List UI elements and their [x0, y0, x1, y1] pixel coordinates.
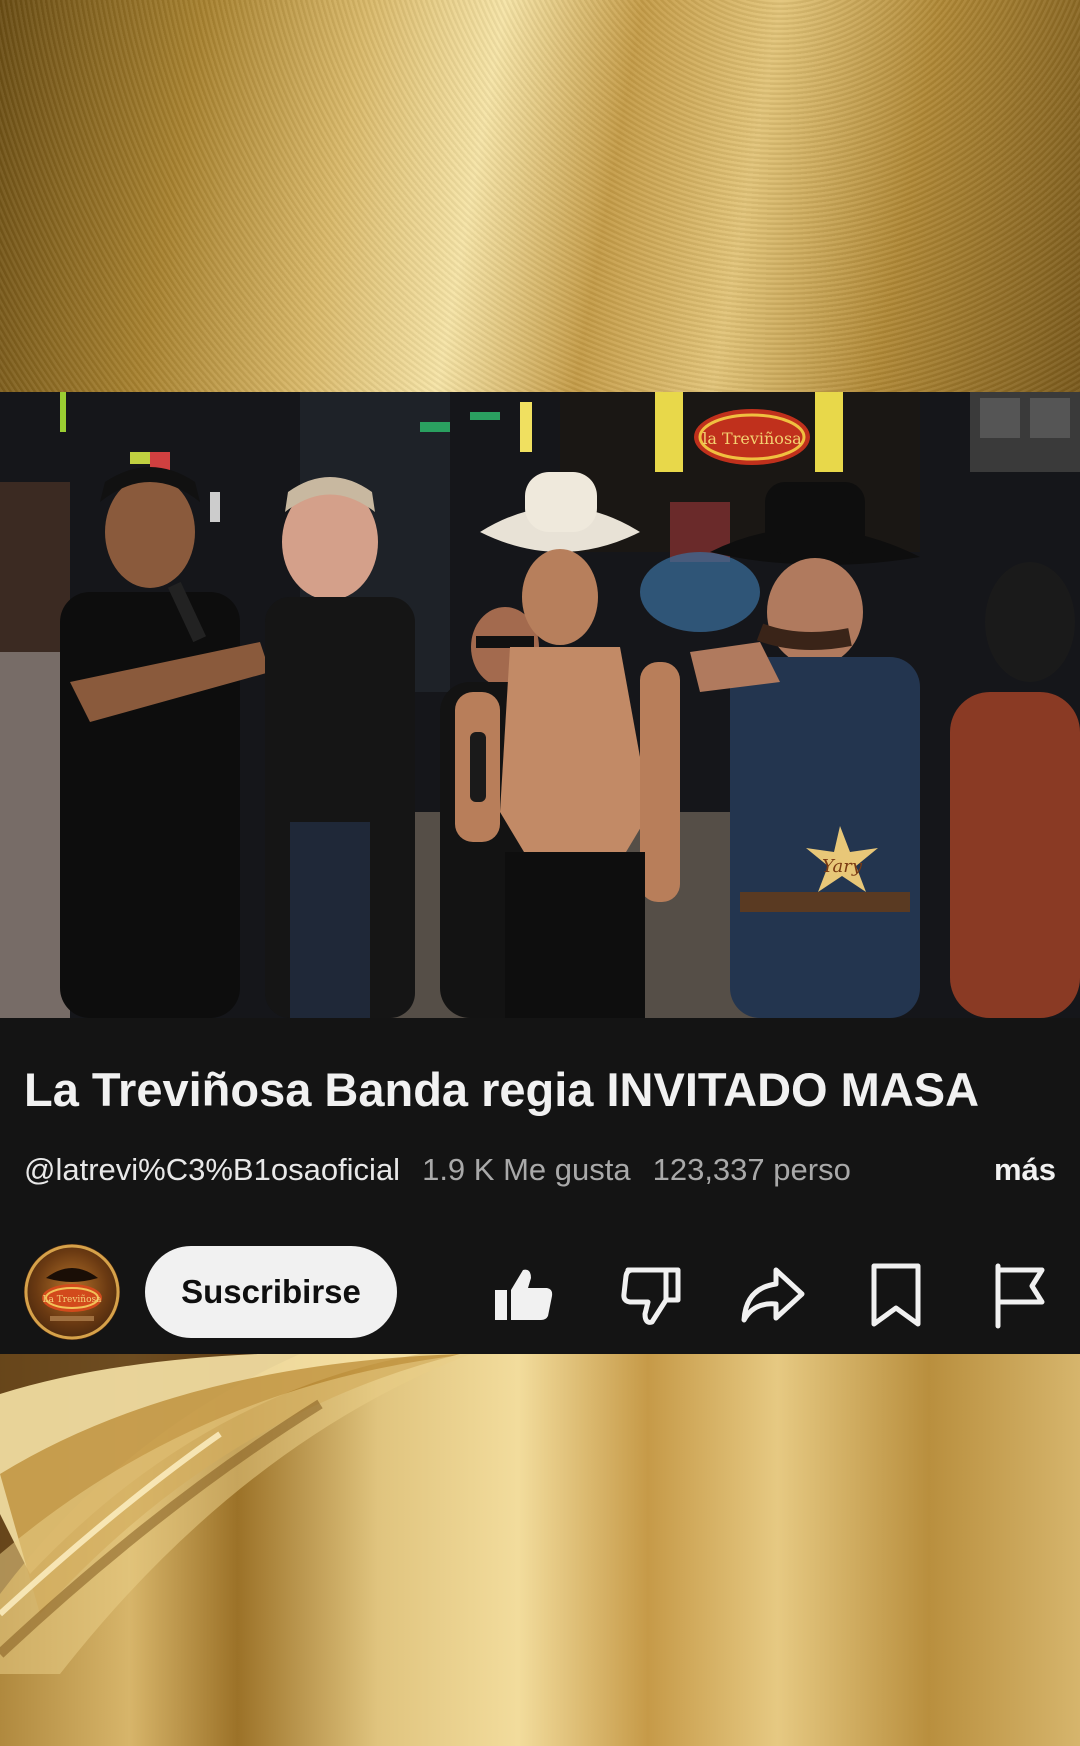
video-meta-row[interactable]: @latrevi%C3%B1osaoficial 1.9 K Me gusta 12…	[24, 1150, 1056, 1190]
bar-sign: la Treviñosa	[702, 429, 802, 448]
video-player[interactable]: la Treviñosa Yary	[0, 392, 1080, 1018]
action-bar: La Treviñosa Suscribirse	[0, 1244, 1080, 1340]
channel-handle[interactable]: @latrevi%C3%B1osaoficial	[24, 1152, 400, 1187]
save-button[interactable]	[860, 1258, 932, 1330]
save-icon	[871, 1263, 921, 1327]
share-button[interactable]	[736, 1258, 808, 1330]
video-frame-scene: la Treviñosa Yary	[0, 392, 1080, 1018]
channel-avatar[interactable]: La Treviñosa	[24, 1244, 120, 1340]
gold-background-bottom	[0, 1354, 1080, 1746]
gold-background-top	[0, 0, 1080, 392]
channel-logo-text: La Treviñosa	[43, 1295, 103, 1305]
channel-logo-icon: La Treviñosa	[24, 1244, 120, 1340]
dislike-button[interactable]	[614, 1258, 686, 1330]
likes-count: 1.9 K Me gusta	[422, 1152, 631, 1187]
like-button[interactable]	[487, 1258, 559, 1330]
gold-swoosh	[0, 1354, 470, 1674]
watermark-text: Yary	[822, 856, 863, 877]
subscribe-button[interactable]: Suscribirse	[145, 1246, 397, 1338]
video-title[interactable]: La Treviñosa Banda regia INVITADO MASA	[24, 1062, 1064, 1117]
share-icon	[741, 1267, 805, 1323]
video-info-panel: La Treviñosa Banda regia INVITADO MASA @…	[0, 1018, 1080, 1354]
screen: la Treviñosa Yary La Treviñosa Banda reg…	[0, 0, 1080, 1746]
like-icon	[495, 1269, 553, 1320]
views-count: 123,337 perso	[652, 1152, 851, 1187]
dislike-icon	[621, 1267, 681, 1325]
report-button[interactable]	[984, 1258, 1056, 1330]
report-icon	[995, 1263, 1045, 1329]
more-link[interactable]: más	[943, 1150, 1056, 1190]
